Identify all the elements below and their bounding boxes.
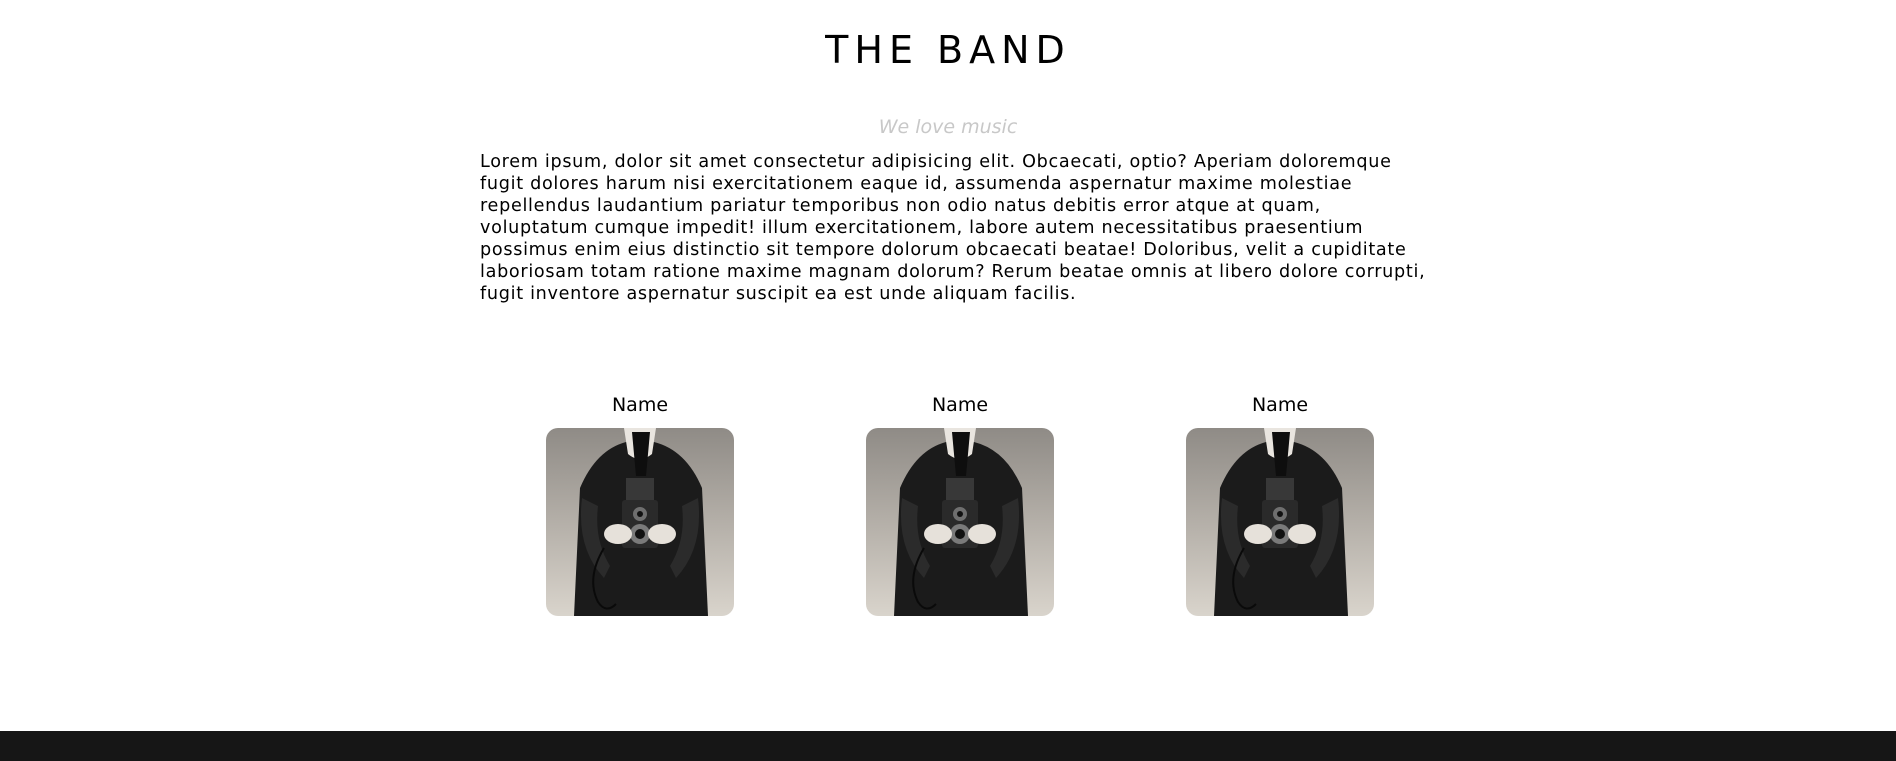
member-name: Name [1251, 394, 1309, 416]
intro-paragraph: Lorem ipsum, dolor sit amet consectetur … [480, 152, 1426, 304]
member-name: Name [611, 394, 669, 416]
member-photo [866, 428, 1054, 616]
member-card: Name [866, 392, 1054, 616]
member-card: Name [1186, 392, 1374, 616]
band-members: Name Name Name [0, 392, 1896, 622]
member-photo [546, 428, 734, 616]
page-title: THE BAND [825, 28, 1071, 72]
member-photo [1186, 428, 1374, 616]
member-card: Name [546, 392, 734, 616]
member-name: Name [931, 394, 989, 416]
page: THE BAND We love music Lorem ipsum, dolo… [0, 0, 1896, 761]
tagline: We love music [878, 116, 1018, 138]
footer-bar [0, 731, 1896, 761]
